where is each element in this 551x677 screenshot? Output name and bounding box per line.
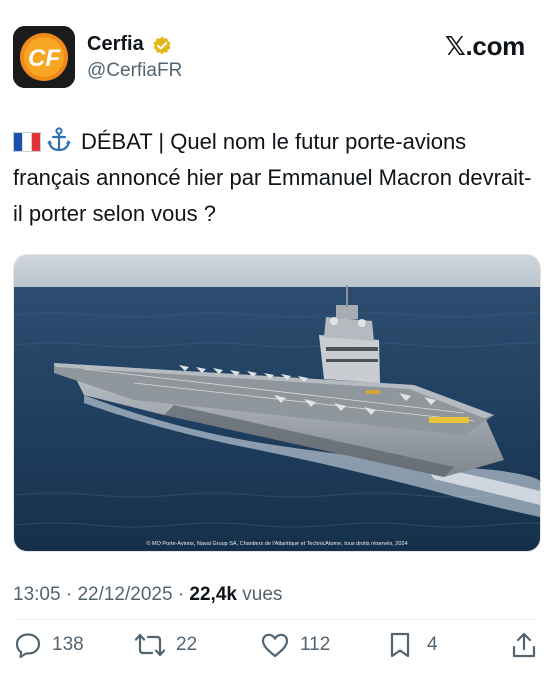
image-caption: © MO Porte-Avions, Naval Group SA, Chant… [146, 540, 407, 547]
tweet-date[interactable]: 22/12/2025 [77, 584, 172, 605]
avatar[interactable]: CF [13, 26, 75, 88]
repost-icon [134, 633, 166, 657]
tweet-body: DÉBAT | Quel nom le futur porte-avions f… [13, 129, 532, 226]
repost-count: 22 [176, 634, 198, 655]
reply-icon [15, 633, 41, 659]
svg-text:CF: CF [28, 45, 61, 72]
meta-separator: · [65, 584, 73, 605]
author-name[interactable]: Cerfia [87, 33, 144, 56]
meta-separator-2: · [177, 584, 185, 605]
views-count[interactable]: 22,4k [189, 584, 237, 605]
repost-button[interactable]: 22 [134, 630, 197, 660]
views-label: vues [242, 584, 283, 605]
tweet-time[interactable]: 13:05 [13, 584, 61, 605]
cerfia-logo: CF [13, 26, 75, 88]
reply-count: 138 [52, 634, 84, 655]
reply-button[interactable]: 138 [14, 630, 84, 660]
tweet-text: DÉBAT | Quel nom le futur porte-avions f… [13, 124, 538, 232]
tweet-meta: 13:05 · 22/12/2025 · 22,4k vues [13, 584, 282, 606]
like-count: 112 [300, 634, 331, 655]
aircraft-carrier-image: © MO Porte-Avions, Naval Group SA, Chant… [14, 255, 540, 551]
x-com-logo: 𝕏.com [444, 31, 525, 61]
bookmark-icon [390, 632, 410, 658]
share-icon [512, 632, 536, 658]
bookmark-button[interactable]: 4 [387, 630, 438, 660]
share-button[interactable] [510, 630, 538, 660]
anchor-icon [47, 127, 71, 152]
like-button[interactable]: 112 [260, 630, 330, 660]
bookmark-count: 4 [427, 634, 438, 655]
heart-icon [261, 633, 289, 658]
tweet-image[interactable]: © MO Porte-Avions, Naval Group SA, Chant… [13, 254, 541, 552]
author-handle[interactable]: @CerfiaFR [87, 60, 182, 82]
france-flag-icon [13, 132, 41, 152]
divider [13, 619, 538, 620]
action-bar: 138 22 112 4 [0, 624, 551, 664]
verified-badge-icon [153, 36, 171, 55]
